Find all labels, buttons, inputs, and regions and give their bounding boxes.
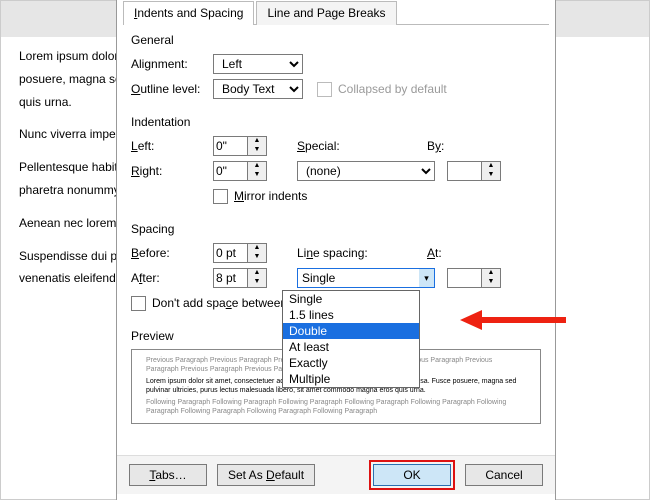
special-select[interactable]: (none) <box>297 161 435 181</box>
tabs-button[interactable]: Tabs… <box>129 464 207 486</box>
after-label: After: <box>131 271 213 285</box>
by-spinner[interactable]: ▲▼ <box>447 161 501 181</box>
mirror-checkbox[interactable] <box>213 189 228 204</box>
preview-next: Following Paragraph Following Paragraph … <box>146 398 526 416</box>
line-spacing-option[interactable]: Double <box>283 323 419 339</box>
line-spacing-label: Line spacing: <box>297 246 397 260</box>
line-spacing-option[interactable]: At least <box>283 339 419 355</box>
tab-line-page-breaks[interactable]: Line and Page Breaks <box>256 1 396 25</box>
at-spinner[interactable]: ▲▼ <box>447 268 501 288</box>
collapsed-checkbox <box>317 82 332 97</box>
mirror-label: Mirror indents <box>234 189 307 203</box>
at-label: At: <box>427 246 473 260</box>
dont-add-checkbox[interactable] <box>131 296 146 311</box>
alignment-select[interactable]: Left <box>213 54 303 74</box>
dialog-buttons: Tabs… Set As Default OK Cancel <box>117 455 555 494</box>
outline-select[interactable]: Body Text <box>213 79 303 99</box>
chevron-down-icon: ▾ <box>419 269 434 287</box>
line-spacing-select[interactable]: Single▾ <box>297 268 435 288</box>
ok-button[interactable]: OK <box>373 464 451 486</box>
spacing-title: Spacing <box>131 222 541 236</box>
line-spacing-option[interactable]: Multiple <box>283 371 419 387</box>
outline-label: Outline level: <box>131 82 213 96</box>
line-spacing-dropdown[interactable]: Single1.5 linesDoubleAt leastExactlyMult… <box>282 290 420 388</box>
indent-left-label: Left: <box>131 139 213 153</box>
alignment-label: Alignment: <box>131 57 213 71</box>
ok-highlight: OK <box>369 460 455 490</box>
line-spacing-option[interactable]: 1.5 lines <box>283 307 419 323</box>
special-label: Special: <box>297 139 397 153</box>
after-spinner[interactable]: ▲▼ <box>213 268 267 288</box>
dialog-tabs: Indents and Spacing Line and Page Breaks <box>123 0 549 25</box>
before-label: Before: <box>131 246 213 260</box>
indentation-section: Indentation Left: ▲▼ Special: By: Right:… <box>117 107 555 214</box>
general-title: General <box>131 33 541 47</box>
indent-right-spinner[interactable]: ▲▼ <box>213 161 267 181</box>
collapsed-label: Collapsed by default <box>338 82 447 96</box>
set-default-button[interactable]: Set As Default <box>217 464 315 486</box>
indent-left-spinner[interactable]: ▲▼ <box>213 136 267 156</box>
cancel-button[interactable]: Cancel <box>465 464 543 486</box>
before-spinner[interactable]: ▲▼ <box>213 243 267 263</box>
indentation-title: Indentation <box>131 115 541 129</box>
line-spacing-option[interactable]: Single <box>283 291 419 307</box>
line-spacing-option[interactable]: Exactly <box>283 355 419 371</box>
tab-indents-spacing[interactable]: Indents and Spacing <box>123 1 254 25</box>
general-section: General Alignment: Left Outline level: B… <box>117 25 555 107</box>
indent-right-label: Right: <box>131 164 213 178</box>
by-label: By: <box>427 139 473 153</box>
paragraph-dialog: Indents and Spacing Line and Page Breaks… <box>116 0 556 500</box>
